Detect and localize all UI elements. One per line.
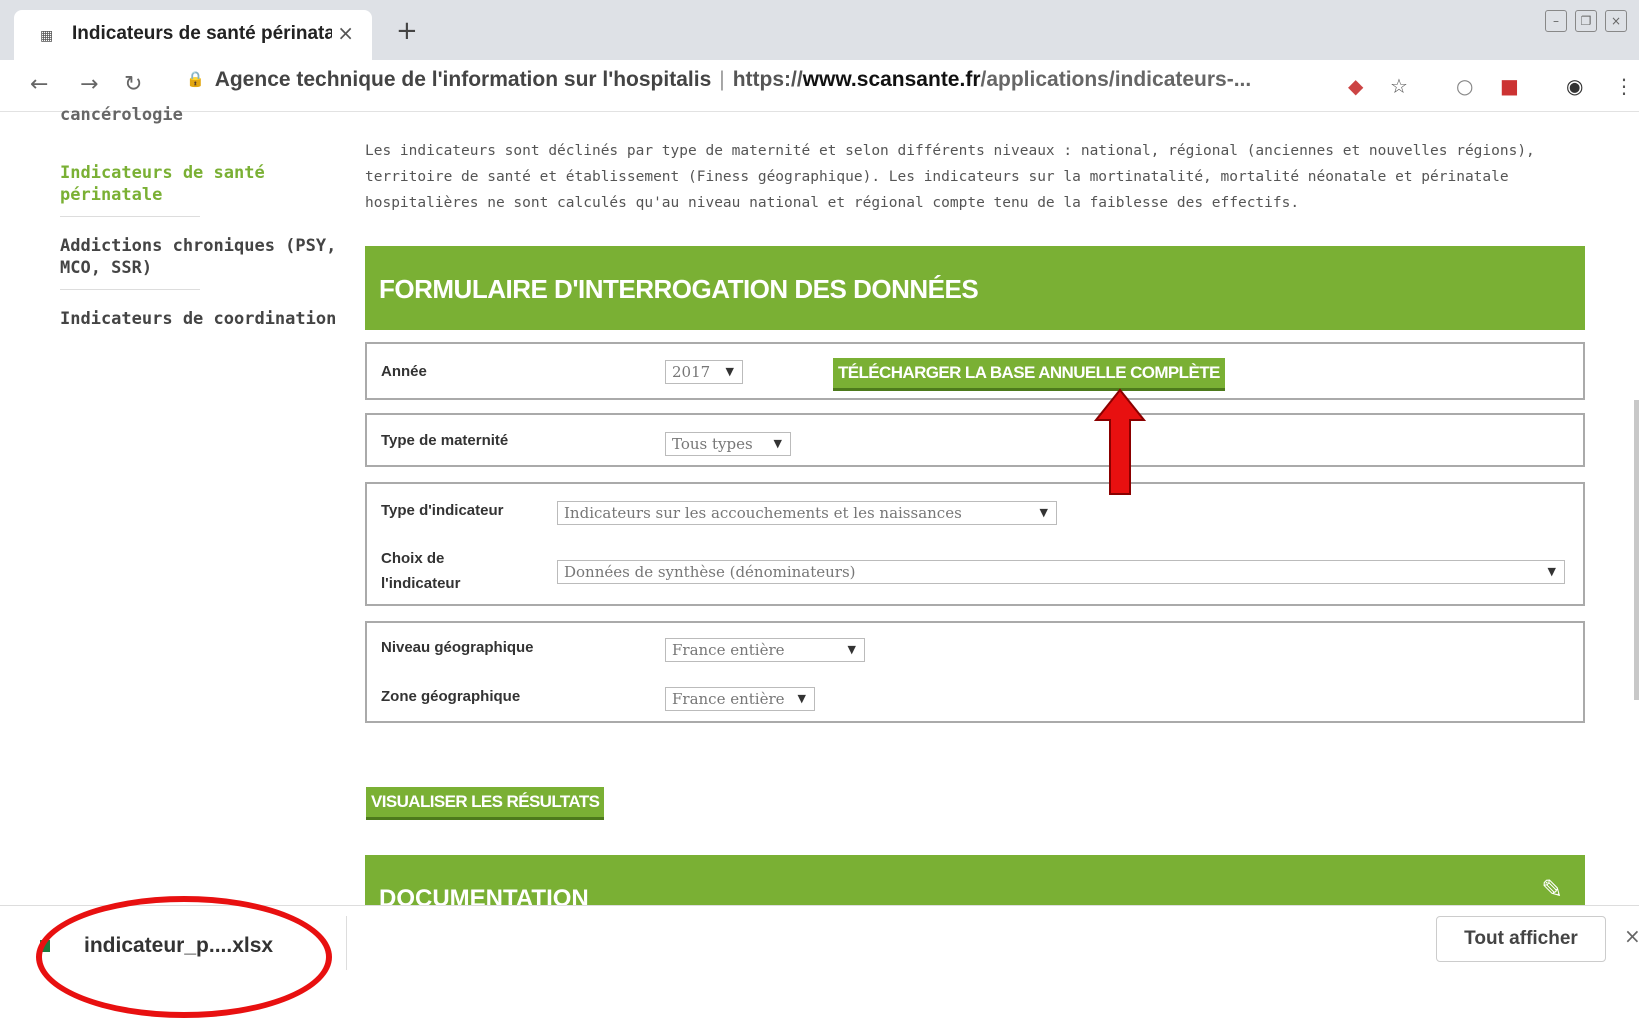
tab-title: Indicateurs de santé périnatale (72, 23, 332, 44)
extension-badge-icon[interactable]: ■ (1500, 74, 1519, 98)
pencil-icon[interactable]: ✎ (1541, 875, 1563, 905)
back-arrow-icon[interactable]: ← (30, 72, 48, 97)
sidebar-item-cancerologie[interactable]: cancérologie (60, 104, 200, 136)
site-identity: Agence technique de l'information sur l'… (214, 68, 712, 91)
type-indicateur-value: Indicateurs sur les accouchements et les… (564, 504, 962, 522)
url-path: /applications/indicateurs-... (980, 68, 1252, 91)
restore-icon[interactable]: ❐ (1575, 10, 1597, 32)
visualiser-resultats-button[interactable]: VISUALISER LES RÉSULTATS (366, 787, 605, 820)
url-host: www.scansante.fr (802, 68, 981, 91)
annee-value: 2017 (672, 363, 711, 381)
choix-indicateur-value: Données de synthèse (dénominateurs) (564, 563, 856, 581)
annee-select[interactable]: 2017 ▼ (665, 360, 743, 384)
download-separator (346, 916, 347, 970)
site-favicon-icon: ▦ (40, 28, 54, 44)
zone-geo-select[interactable]: France entière ▼ (665, 687, 815, 711)
annee-row: Année 2017 ▼ TÉLÉCHARGER LA BASE ANNUELLE… (365, 342, 1585, 400)
form-header: FORMULAIRE D'INTERROGATION DES DONNÉES (365, 246, 1585, 330)
dropdown-arrow-icon: ▼ (725, 365, 734, 378)
extension-icon[interactable]: ◆ (1348, 74, 1363, 98)
sidebar: cancérologie Indicateurs de santé périna… (60, 105, 345, 358)
documentation-header: DOCUMENTATION ✎ (365, 855, 1585, 905)
maternite-value: Tous types (672, 435, 753, 453)
geographie-row: Niveau géographique France entière ▼ Zone… (365, 621, 1585, 723)
bookmark-star-icon[interactable]: ☆ (1390, 74, 1408, 98)
niveau-geo-label: Niveau géographique (381, 639, 534, 656)
sidebar-item-coordination[interactable]: Indicateurs de coordination (60, 308, 336, 340)
window-controls: – ❐ × (1545, 10, 1627, 32)
indicateur-row: Type d'indicateur Indicateurs sur les ac… (365, 482, 1585, 606)
browser-tab[interactable]: ▦ Indicateurs de santé périnatale × (14, 10, 372, 60)
profile-icon[interactable]: ◉ (1566, 74, 1583, 98)
tab-close-icon[interactable]: × (337, 21, 354, 45)
intro-text: Les indicateurs sont déclinés par type d… (365, 143, 1535, 211)
maternite-label: Type de maternité (381, 432, 509, 449)
zone-geo-label: Zone géographique (381, 688, 521, 705)
zone-geo-value: France entière (672, 690, 785, 708)
url-scheme: https:// (732, 68, 803, 91)
dropdown-arrow-icon: ▼ (797, 692, 806, 705)
niveau-geo-select[interactable]: France entière ▼ (665, 638, 865, 662)
close-window-icon[interactable]: × (1605, 10, 1627, 32)
lock-icon: 🔒 (186, 71, 205, 88)
type-indicateur-label: Type d'indicateur (381, 502, 504, 519)
new-tab-button[interactable]: + (396, 16, 418, 46)
address-bar[interactable]: 🔒 Agence technique de l'information sur l… (178, 68, 1420, 104)
browser-tabstrip: ▦ Indicateurs de santé périnatale × + – … (0, 0, 1639, 60)
close-download-bar-icon[interactable]: × (1624, 924, 1639, 948)
page-scrollbar[interactable] (1634, 400, 1639, 700)
niveau-geo-value: France entière (672, 641, 785, 659)
reload-icon[interactable]: ↻ (124, 72, 142, 97)
maternite-row: Type de maternité Tous types ▼ (365, 413, 1585, 467)
dropdown-arrow-icon: ▼ (847, 643, 856, 656)
choix-indicateur-select[interactable]: Données de synthèse (dénominateurs) ▼ (557, 560, 1565, 584)
minimize-icon[interactable]: – (1545, 10, 1567, 32)
show-all-downloads-button[interactable]: Tout afficher (1436, 916, 1606, 962)
red-arrow-annotation (1094, 388, 1146, 495)
menu-icon[interactable]: ⋮ (1614, 74, 1634, 98)
red-circle-annotation (36, 896, 332, 1018)
dropdown-arrow-icon: ▼ (773, 437, 782, 450)
annee-label: Année (381, 363, 427, 380)
choix-indicateur-label-2: l'indicateur (381, 575, 461, 592)
forward-arrow-icon[interactable]: → (80, 72, 98, 97)
dropdown-arrow-icon: ▼ (1039, 506, 1048, 519)
dropdown-arrow-icon: ▼ (1547, 565, 1556, 578)
documentation-title: DOCUMENTATION (379, 885, 589, 905)
download-full-base-button[interactable]: TÉLÉCHARGER LA BASE ANNUELLE COMPLÈTE (833, 358, 1225, 391)
type-indicateur-select[interactable]: Indicateurs sur les accouchements et les… (557, 501, 1057, 525)
sidebar-item-addictions[interactable]: Addictions chroniques (PSY, MCO, SSR) (60, 235, 336, 290)
sidebar-item-perinatale[interactable]: Indicateurs de santé périnatale (60, 162, 265, 217)
maternite-select[interactable]: Tous types ▼ (665, 432, 791, 456)
form-title: FORMULAIRE D'INTERROGATION DES DONNÉES (379, 274, 979, 304)
extension-circle-icon[interactable]: ○ (1456, 74, 1473, 98)
choix-indicateur-label-1: Choix de (381, 550, 445, 567)
